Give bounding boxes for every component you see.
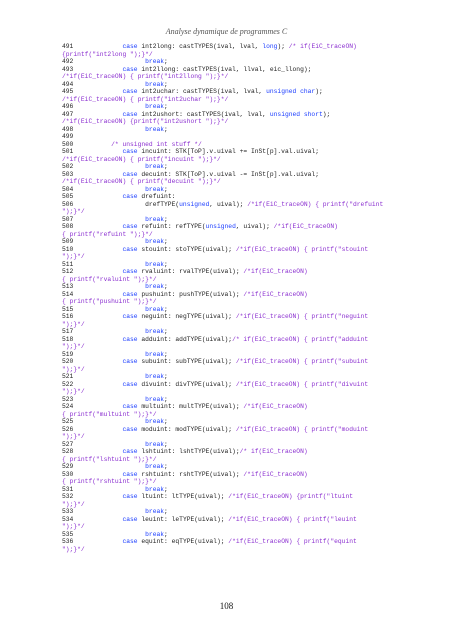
code-line: 491 case int2long: castTYPES(ival, lval,… (62, 43, 357, 50)
code-line: ");}*/ (62, 545, 85, 553)
code-line: 528 case lshtuint: lshtTYPE(uival);/* if… (62, 448, 308, 455)
code-line: 524 case multuint: multTYPE(uival); /*if… (62, 403, 308, 410)
code-line: 502 break; (62, 163, 168, 170)
code-line: 494 break; (62, 80, 168, 88)
code-line: ");}*/ (62, 253, 85, 260)
code-line: /*if(EiC_traceON) { printf("decuint ");}… (62, 178, 221, 185)
code-line: 532 case ltuint: ltTYPE(uival); /*if(EiC… (62, 493, 353, 500)
code-line: /*if(EiC_traceON) { printf("int2llong ")… (62, 73, 229, 80)
code-line: 518 case adduint: addTYPE(uival);/* if(E… (62, 335, 369, 343)
code-line: 515 break; (62, 305, 168, 313)
code-line: 516 case neguint: negTYPE(uival); /*if(E… (62, 313, 369, 320)
code-line: 497 case int2ushort: castTYPES(ival, lva… (62, 110, 331, 118)
code-line: ");}*/ (62, 365, 85, 373)
code-line: 526 case moduint: modTYPE(uival); /*if(E… (62, 425, 369, 433)
code-line: 509 break; (62, 238, 168, 245)
code-line: { printf("multuint ");}*/ (62, 410, 157, 418)
code-line: 495 case int2uchar: castTYPES(ival, lval… (62, 88, 323, 95)
code-line: ");}*/ (62, 500, 85, 508)
code-line: 517 break; (62, 328, 168, 335)
code-line: /*if(EiC_traceON) { printf("incuint ");}… (62, 155, 221, 163)
code-line: 503 case decuint: STK[ToP].v.uival -= In… (62, 170, 319, 178)
code-line: 520 case subuint: subTYPE(uival); /*if(E… (62, 358, 369, 365)
code-line: 529 break; (62, 463, 168, 470)
code-line: 499 (62, 133, 74, 140)
code-line: 505 case drefuint: (62, 193, 176, 200)
code-line: 514 case pushuint: pushTYPE(uival); /*if… (62, 290, 308, 298)
code-line: 512 case rvaluint: rvalTYPE(uival); /*if… (62, 268, 308, 275)
page-header-title: Analyse dynamique de programmes C (165, 27, 288, 36)
code-line: 492 break; (62, 58, 168, 65)
code-line: 523 break; (62, 395, 168, 403)
code-line: 530 case rshtuint: rshtTYPE(uival); /*if… (62, 470, 308, 478)
code-line: ");}*/ (62, 208, 85, 215)
code-line: 527 break; (62, 440, 168, 448)
code-line: 534 case leuint: leTYPE(uival); /*if(EiC… (62, 515, 357, 523)
code-line: 535 break; (62, 530, 168, 538)
page-number: 108 (219, 601, 234, 611)
code-line: { printf("rshtuint ");}*/ (62, 478, 157, 485)
code-line: /*if(EiC_traceON) { printf("int2uchar ")… (62, 95, 229, 103)
code-line: /*if(EiC_traceON) {printf("int2ushort ")… (62, 118, 229, 125)
code-line: 525 break; (62, 418, 168, 425)
code-line: { printf("rvaluint ");}*/ (62, 275, 157, 283)
code-line: 493 case int2llong: castTYPES(ival, llva… (62, 65, 312, 73)
code-line: {printf("int2long ");}*/ (62, 50, 153, 58)
code-line: 496 break; (62, 103, 168, 110)
code-line: ");}*/ (62, 343, 85, 350)
code-line: 536 case equint: eqTYPE(uival); /*if(EiC… (62, 538, 357, 545)
code-line: 513 break; (62, 283, 168, 290)
code-line: 510 case stouint: stoTYPE(uival); /*if(E… (62, 245, 369, 253)
code-line: { printf("lshtuint ");}*/ (62, 455, 157, 463)
code-line: 522 case divuint: divTYPE(uival); /*if(E… (62, 380, 369, 388)
code-line: 521 break; (62, 373, 168, 380)
code-line: ");}*/ (62, 523, 85, 530)
code-line: 500 /* unsigned int stuff */ (62, 140, 202, 148)
code-line: ");}*/ (62, 388, 85, 395)
code-line: 507 break; (62, 215, 168, 223)
code-line: 506 drefTYPE(unsigned, uival); /*if(EiC_… (62, 200, 384, 208)
code-listing: 491 case int2long: castTYPES(ival, lval,… (62, 43, 445, 553)
code-line: 511 break; (62, 260, 168, 268)
code-line: 501 case incuint: STK[ToP].v.uival += In… (62, 148, 319, 155)
code-line: 508 case refuint: refTYPE(unsigned, uiva… (62, 223, 338, 230)
code-line: ");}*/ (62, 320, 85, 328)
code-line: ");}*/ (62, 433, 85, 440)
code-line: 533 break; (62, 508, 168, 515)
code-line: { printf("refuint ");}*/ (62, 230, 153, 238)
code-line: 504 break; (62, 185, 168, 193)
code-line: 531 break; (62, 485, 168, 493)
code-line: 519 break; (62, 350, 168, 358)
code-line: 498 break; (62, 125, 168, 133)
code-line: { printf("pushuint ");}*/ (62, 298, 157, 305)
